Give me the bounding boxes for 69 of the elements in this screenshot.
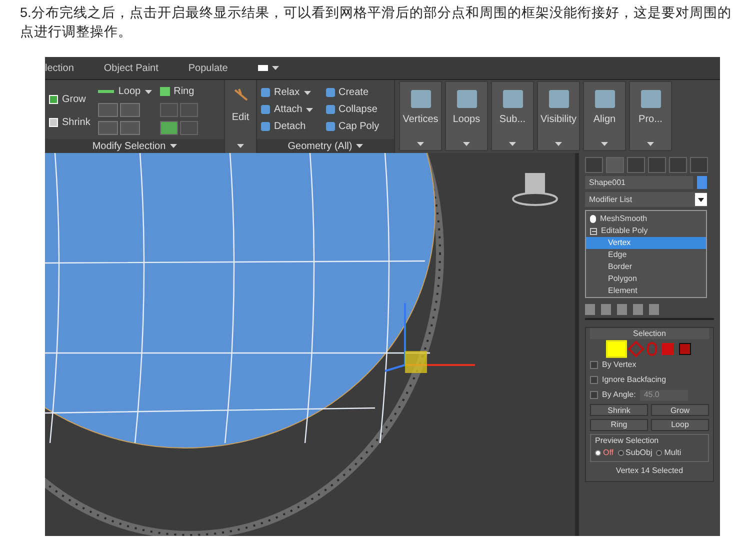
tool-button[interactable]: Sub... xyxy=(491,81,534,151)
caret-icon xyxy=(356,144,364,148)
ribbon-tab[interactable]: Populate xyxy=(188,60,228,76)
grow-button[interactable]: Grow xyxy=(49,92,90,107)
geometry-button[interactable]: Detach xyxy=(261,118,326,135)
checkbox[interactable] xyxy=(590,361,598,369)
object-name-field[interactable]: Shape001 xyxy=(585,176,693,189)
group-title: Preview Selection xyxy=(595,435,660,447)
checkbox-label: By Vertex xyxy=(602,359,636,371)
selection-button[interactable]: Grow xyxy=(651,404,709,416)
dropdown-caret-icon xyxy=(417,142,424,146)
geometry-button[interactable]: Create xyxy=(326,84,390,101)
spinner-button[interactable]: Ring xyxy=(590,419,648,431)
modifier-list-dropdown[interactable]: Modifier List xyxy=(585,192,707,207)
caret-icon xyxy=(304,90,311,94)
modifier-stack-item[interactable]: Vertex xyxy=(586,237,706,249)
vertex-level-icon[interactable] xyxy=(607,341,626,357)
caret-icon xyxy=(170,144,177,148)
tool-button[interactable]: Loops xyxy=(445,81,488,151)
dropdown-caret-icon xyxy=(601,142,608,146)
tool-button[interactable]: Pro... xyxy=(629,81,672,151)
modifier-stack-item[interactable]: Border xyxy=(586,261,706,273)
caret-icon xyxy=(237,144,244,148)
object-color-swatch[interactable] xyxy=(697,176,707,189)
edge-level-icon[interactable] xyxy=(628,340,644,358)
radio-option[interactable]: SubObj xyxy=(618,447,652,459)
checkbox-label: Ignore Backfacing xyxy=(602,374,666,386)
ribbon-tab[interactable]: Object Paint xyxy=(104,60,158,76)
shrink-button[interactable]: Shrink xyxy=(49,115,90,130)
caret-icon xyxy=(144,90,152,94)
group-label[interactable]: Geometry (All) xyxy=(257,139,394,153)
modifier-stack-item[interactable]: Editable Poly xyxy=(586,225,706,237)
dropdown-caret-icon xyxy=(555,142,562,146)
ring-button[interactable]: Ring xyxy=(160,84,198,99)
checkbox[interactable] xyxy=(590,376,598,384)
caret-icon xyxy=(272,66,279,70)
caret-icon xyxy=(698,198,704,202)
instruction-text: 5.分布完线之后，点击开启最终显示结果，可以看到网格平滑后的部分点和周围的框架没能衔接好，这是要对周围的点进行调整操作。 xyxy=(20,4,732,41)
modifier-stack-item[interactable]: Polygon xyxy=(586,273,706,285)
radio-option[interactable]: Multi xyxy=(656,447,682,459)
tool-button[interactable]: Visibility xyxy=(537,81,580,151)
rollout-header[interactable]: Selection xyxy=(590,328,709,339)
element-level-icon[interactable] xyxy=(679,343,691,355)
ribbon-tab[interactable]: lection xyxy=(45,60,74,76)
expand-toggle-icon[interactable] xyxy=(590,228,597,234)
group-label[interactable]: Modify Selection xyxy=(45,139,224,153)
geometry-button[interactable]: Cap Poly xyxy=(326,118,390,135)
checkbox[interactable] xyxy=(590,391,598,399)
modifier-stack-item[interactable]: Element xyxy=(586,285,706,297)
modifier-stack-item[interactable]: MeshSmooth xyxy=(586,213,706,225)
geometry-button[interactable]: Attach xyxy=(261,101,326,118)
spinner-button[interactable]: Loop xyxy=(651,419,709,431)
selection-button[interactable]: Shrink xyxy=(590,404,648,416)
geometry-button[interactable]: Collapse xyxy=(326,101,390,118)
caret-icon xyxy=(306,108,314,112)
modifier-stack-item[interactable]: Edge xyxy=(586,249,706,261)
radio-option[interactable]: Off xyxy=(595,447,614,459)
dropdown-caret-icon xyxy=(647,142,654,146)
selection-status: Vertex 14 Selected xyxy=(614,465,684,477)
dropdown-caret-icon xyxy=(509,142,516,146)
border-level-icon[interactable] xyxy=(647,342,657,356)
polygon-level-icon[interactable] xyxy=(662,343,674,355)
loop-button[interactable]: Loop xyxy=(98,84,152,99)
dropdown-caret-icon xyxy=(463,142,470,146)
geometry-button[interactable]: Relax xyxy=(261,84,326,101)
edit-button[interactable]: Edit xyxy=(225,80,256,139)
checkbox-label: By Angle: xyxy=(602,389,636,401)
tool-button[interactable]: Align xyxy=(583,81,626,151)
tool-button[interactable]: Vertices xyxy=(399,81,442,151)
